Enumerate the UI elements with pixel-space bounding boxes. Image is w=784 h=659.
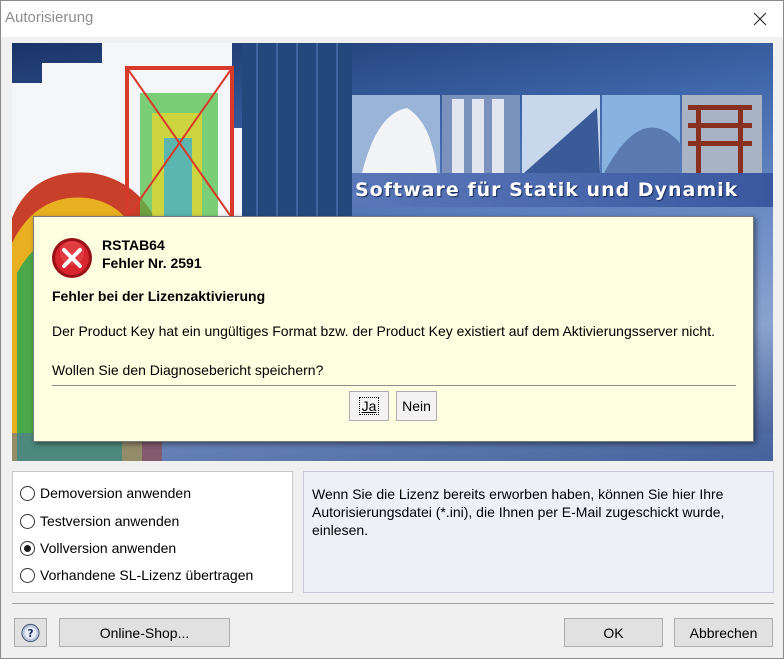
- option-full-version[interactable]: Vollversion anwenden: [20, 540, 176, 556]
- option-transfer-sl-license[interactable]: Vorhandene SL-Lizenz übertragen: [20, 567, 253, 583]
- svg-text:?: ?: [27, 627, 33, 639]
- close-button[interactable]: [737, 1, 783, 37]
- help-icon: ?: [21, 623, 40, 642]
- option-sl-license-label: Vorhandene SL-Lizenz übertragen: [40, 567, 254, 583]
- error-message: Der Product Key hat ein ungültiges Forma…: [52, 323, 715, 339]
- no-button[interactable]: Nein: [396, 391, 437, 421]
- info-panel: Wenn Sie die Lizenz bereits erworben hab…: [303, 471, 774, 593]
- error-number: Fehler Nr. 2591: [102, 255, 202, 271]
- option-test-version[interactable]: Testversion anwenden: [20, 513, 179, 529]
- error-icon: [52, 238, 92, 278]
- cancel-label: Abbrechen: [689, 624, 758, 641]
- online-shop-button[interactable]: Online-Shop...: [59, 618, 230, 647]
- ok-button[interactable]: OK: [564, 618, 663, 647]
- option-demo-version[interactable]: Demoversion anwenden: [20, 485, 191, 501]
- info-text: Wenn Sie die Lizenz bereits erworben hab…: [312, 486, 725, 538]
- option-full-label: Vollversion anwenden: [40, 540, 177, 556]
- radio-sl-license[interactable]: [20, 567, 35, 583]
- banner-slogan: Software für Statik und Dynamik: [355, 179, 739, 201]
- close-icon: [753, 12, 767, 26]
- error-heading: Fehler bei der Lizenzaktivierung: [52, 288, 266, 304]
- no-button-label: Nein: [402, 398, 431, 414]
- online-shop-label: Online-Shop...: [99, 624, 190, 641]
- error-message-box: RSTAB64 Fehler Nr. 2591 Fehler bei der L…: [33, 216, 754, 442]
- program-name: RSTAB64: [102, 237, 165, 253]
- footer-separator: [12, 603, 774, 604]
- help-button[interactable]: ?: [14, 618, 47, 647]
- title-bar[interactable]: Autorisierung: [1, 1, 783, 37]
- ok-label: OK: [603, 624, 624, 641]
- option-test-label: Testversion anwenden: [40, 513, 180, 529]
- option-demo-label: Demoversion anwenden: [40, 485, 191, 501]
- radio-test[interactable]: [20, 513, 35, 529]
- error-dialog-separator: [52, 385, 736, 386]
- save-report-question: Wollen Sie den Diagnosebericht speichern…: [52, 362, 324, 378]
- cancel-button[interactable]: Abbrechen: [674, 618, 773, 647]
- license-options-panel: Demoversion anwenden Testversion anwende…: [12, 471, 293, 593]
- radio-full[interactable]: [20, 540, 35, 556]
- yes-button-label: Ja: [358, 397, 380, 415]
- radio-demo[interactable]: [20, 485, 35, 501]
- window-title: Autorisierung: [5, 9, 94, 26]
- authorization-window: Autorisierung Software für Statik und Dy…: [0, 0, 784, 659]
- yes-button[interactable]: Ja: [349, 391, 389, 421]
